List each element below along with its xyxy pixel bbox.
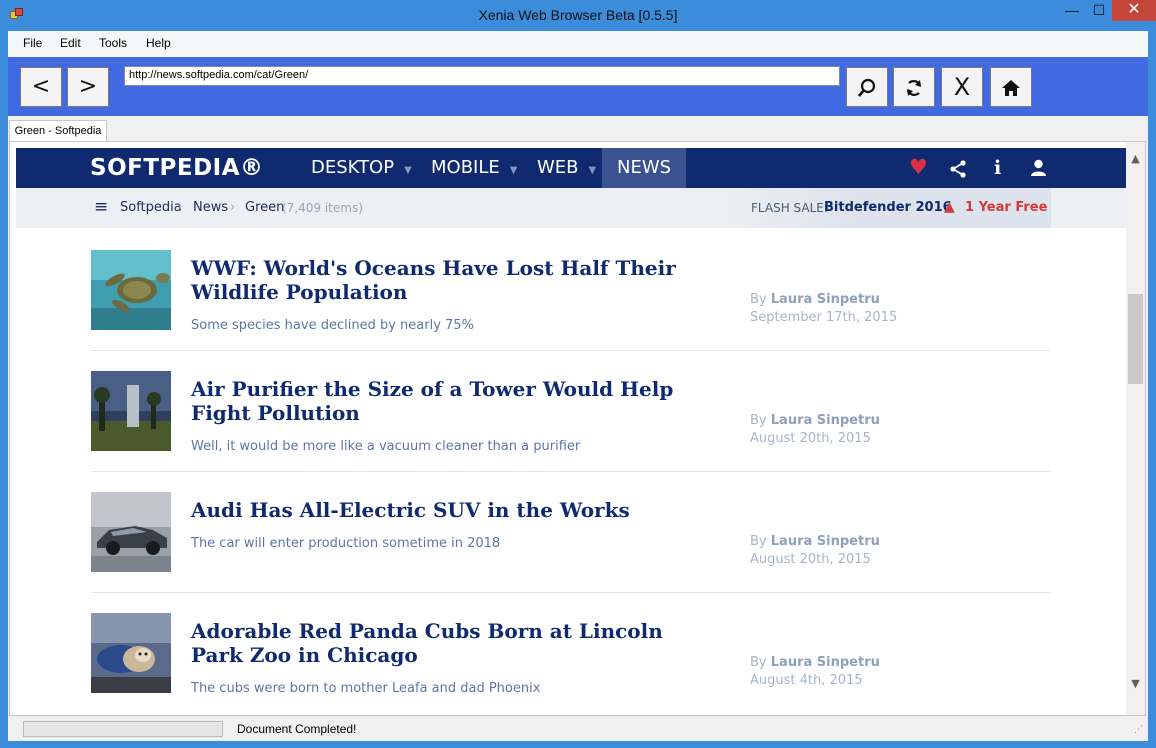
flash-sale-offer[interactable]: 1 Year Free [965,200,1047,215]
chevron-down-icon: ▼ [509,165,518,176]
back-button[interactable]: < [20,67,62,107]
maximize-button[interactable]: ☐ [1086,0,1112,21]
breadcrumb-green[interactable]: Green [245,200,284,215]
info-icon[interactable]: i [994,157,1001,179]
article-byline: By Laura Sinpetru [750,534,880,549]
breadcrumb-bar: ≡ Softpedia › News › Green (7,409 items)… [16,188,1126,228]
nav-mobile[interactable]: MOBILE ▼ [431,148,517,188]
page-viewport[interactable]: SOFTPEDIA® DESKTOP ▼ MOBILE ▼ WEB ▼ NEWS ♥ … [9,141,1146,716]
menu-bar: File Edit Tools Help [8,31,1148,57]
article-author[interactable]: Laura Sinpetru [771,655,880,670]
share-icon[interactable] [949,160,967,178]
article-byline: By Laura Sinpetru [750,413,880,428]
home-icon [1002,80,1020,96]
home-button[interactable] [990,67,1032,107]
article-headline[interactable]: Adorable Red Panda Cubs Born at Lincoln … [191,619,721,667]
nav-news[interactable]: NEWS [602,148,687,188]
nav-web[interactable]: WEB ▼ [537,148,596,188]
stop-button[interactable]: X [941,67,983,107]
article-teaser: Well, it would be more like a vacuum cle… [191,439,581,454]
browser-window: Xenia Web Browser Beta [0.5.5] — ☐ ✕ Fil… [0,0,1156,748]
article-date: August 20th, 2015 [750,552,871,567]
tab-strip: Green - Softpedia [8,116,1148,142]
flash-sale-label: FLASH SALE: [751,201,828,215]
search-icon [858,78,876,97]
menu-edit[interactable]: Edit [60,36,81,50]
breadcrumb-separator: › [177,200,183,215]
car-thumbnail[interactable] [91,492,171,572]
scroll-up-arrow-icon[interactable]: ▲ [1126,152,1145,172]
by-label: By [750,655,767,670]
by-label: By [750,413,767,428]
article-date: September 17th, 2015 [750,310,898,325]
breadcrumb-news[interactable]: News [193,200,228,215]
window-title: Xenia Web Browser Beta [0.5.5] [478,7,678,23]
divider [91,350,1051,351]
nav-web-label: WEB [537,157,579,178]
menu-help[interactable]: Help [146,36,171,50]
menu-tools[interactable]: Tools [99,36,127,50]
search-button[interactable] [846,67,888,107]
resize-grip-icon[interactable]: ⋰ [1134,725,1146,737]
item-count: (7,409 items) [282,201,363,215]
vertical-scrollbar[interactable]: ▲ ▼ [1126,142,1145,715]
menu-file[interactable]: File [23,36,42,50]
close-button[interactable]: ✕ [1112,0,1156,21]
title-bar[interactable]: Xenia Web Browser Beta [0.5.5] — ☐ ✕ [0,0,1156,31]
minimize-button[interactable]: — [1058,0,1086,21]
nav-desktop-label: DESKTOP [311,157,395,178]
menu-icon[interactable]: ≡ [94,197,108,217]
article-headline[interactable]: Air Purifier the Size of a Tower Would H… [191,377,721,425]
scrollbar-thumb[interactable] [1128,294,1143,384]
chevron-down-icon: ▼ [404,165,412,176]
article-teaser: Some species have declined by nearly 75% [191,318,474,333]
article-item[interactable]: Air Purifier the Size of a Tower Would H… [91,371,1051,492]
article-item[interactable]: Adorable Red Panda Cubs Born at Lincoln … [91,613,1051,715]
breadcrumb-softpedia[interactable]: Softpedia [120,200,182,215]
divider [91,471,1051,472]
progress-bar [23,721,223,737]
article-item[interactable]: Audi Has All-Electric SUV in the Works T… [91,492,1051,613]
tower-thumbnail[interactable] [91,371,171,451]
status-text: Document Completed! [237,722,357,736]
article-byline: By Laura Sinpetru [750,292,880,307]
article-author[interactable]: Laura Sinpetru [771,534,880,549]
turtle-thumbnail[interactable] [91,250,171,330]
chevron-down-icon: ▼ [588,165,597,176]
divider [91,592,1051,593]
navigation-toolbar: < > http://news.softpedia.com/cat/Green/… [8,57,1148,116]
nav-mobile-label: MOBILE [431,157,500,178]
article-teaser: The cubs were born to mother Leafa and d… [191,681,541,696]
site-nav-bar: SOFTPEDIA® DESKTOP ▼ MOBILE ▼ WEB ▼ NEWS ♥ … [16,148,1126,188]
nav-desktop[interactable]: DESKTOP ▼ [311,148,412,188]
breadcrumb-separator: › [230,200,236,215]
scroll-down-arrow-icon[interactable]: ▼ [1126,677,1145,697]
article-headline[interactable]: Audi Has All-Electric SUV in the Works [191,498,721,522]
heart-icon[interactable]: ♥ [909,155,928,179]
article-author[interactable]: Laura Sinpetru [771,413,880,428]
article-date: August 20th, 2015 [750,431,871,446]
softpedia-logo[interactable]: SOFTPEDIA® [90,155,264,181]
article-headline[interactable]: WWF: World's Oceans Have Lost Half Their… [191,256,721,304]
forward-button[interactable]: > [67,67,109,107]
article-author[interactable]: Laura Sinpetru [771,292,880,307]
refresh-button[interactable] [893,67,935,107]
flash-sale-product[interactable]: Bitdefender 2016 [824,200,952,215]
by-label: By [750,534,767,549]
article-byline: By Laura Sinpetru [750,655,880,670]
by-label: By [750,292,767,307]
article-item[interactable]: WWF: World's Oceans Have Lost Half Their… [91,250,1051,371]
refresh-icon [907,80,921,96]
address-bar[interactable]: http://news.softpedia.com/cat/Green/ [124,66,840,86]
client-area: File Edit Tools Help < > http://news.sof… [8,31,1148,741]
article-date: August 4th, 2015 [750,673,863,688]
tab-green-softpedia[interactable]: Green - Softpedia [9,120,107,142]
article-teaser: The car will enter production sometime i… [191,536,501,551]
user-icon[interactable] [1030,159,1047,177]
red-panda-thumbnail[interactable] [91,613,171,693]
warning-icon: ▲ [944,199,955,215]
status-bar: Document Completed! ⋰ [8,717,1148,741]
